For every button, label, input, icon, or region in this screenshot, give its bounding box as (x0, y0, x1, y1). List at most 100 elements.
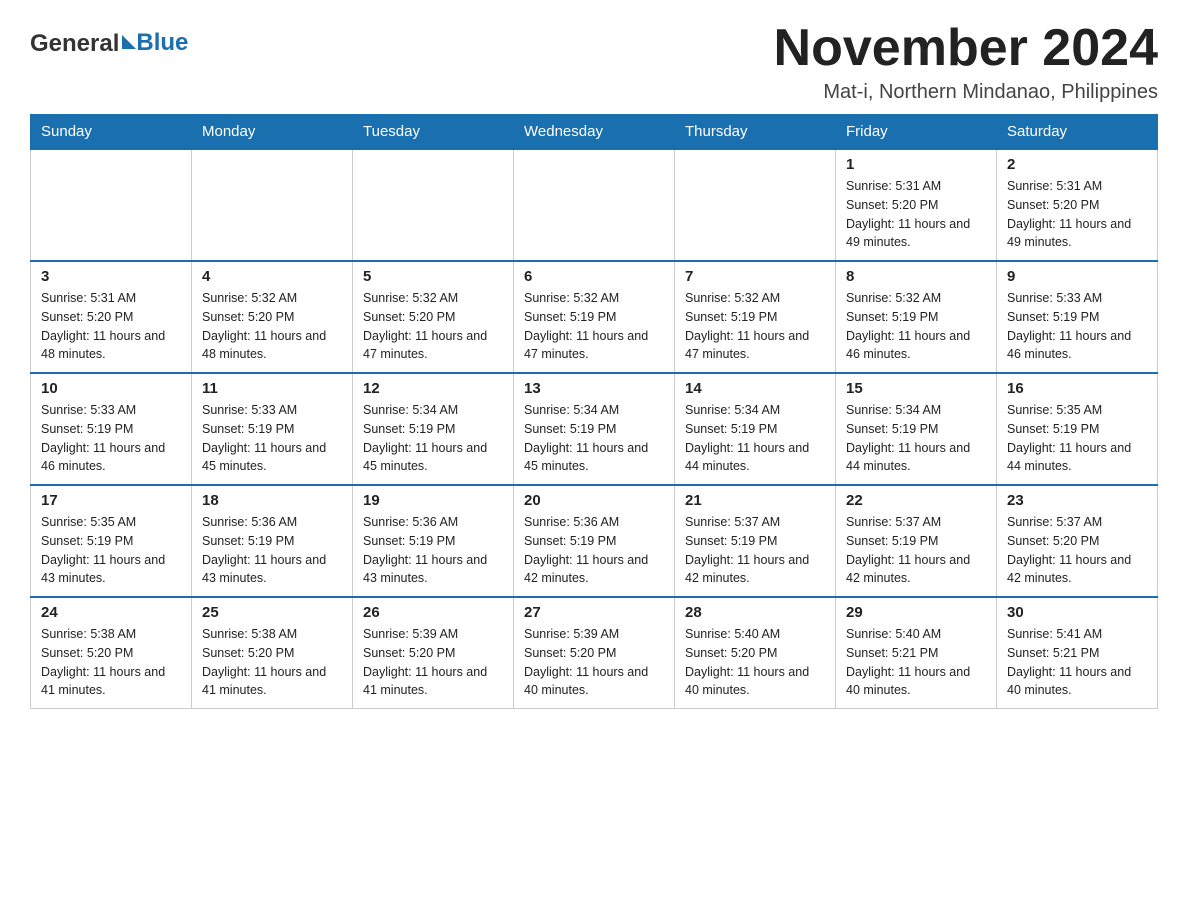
day-number: 20 (524, 492, 664, 509)
title-block: November 2024 Mat-i, Northern Mindanao, … (774, 20, 1158, 104)
week-row-5: 24Sunrise: 5:38 AM Sunset: 5:20 PM Dayli… (31, 597, 1158, 709)
calendar-cell: 12 Sunrise: 5:34 AM Sunset: 5:19 PM Dayli… (353, 373, 514, 485)
day-number: 23 (1007, 492, 1147, 509)
calendar-cell: 28 Sunrise: 5:40 AM Sunset: 5:20 PM Dayli… (675, 597, 836, 709)
day-number: 9 (1007, 268, 1147, 285)
day-info: Sunrise: 5:36 AM Sunset: 5:19 PM Dayligh… (363, 513, 503, 588)
day-number: 30 (1007, 604, 1147, 621)
day-number: 21 (685, 492, 825, 509)
day-info: Sunrise: 5:39 AM Sunset: 5:20 PM Dayligh… (524, 625, 664, 700)
day-info: Sunrise: 5:34 AM Sunset: 5:19 PM Dayligh… (363, 401, 503, 476)
day-info: Sunrise: 5:35 AM Sunset: 5:19 PM Dayligh… (1007, 401, 1147, 476)
weekday-header-row: SundayMondayTuesdayWednesdayThursdayFrid… (31, 115, 1158, 150)
logo-triangle-icon (122, 35, 136, 49)
day-number: 13 (524, 380, 664, 397)
day-info: Sunrise: 5:31 AM Sunset: 5:20 PM Dayligh… (846, 177, 986, 252)
calendar-cell (31, 149, 192, 261)
calendar-cell: 17 Sunrise: 5:35 AM Sunset: 5:19 PM Dayli… (31, 485, 192, 597)
day-number: 26 (363, 604, 503, 621)
day-number: 1 (846, 156, 986, 173)
day-number: 27 (524, 604, 664, 621)
page-header: General Blue November 2024 Mat-i, Northe… (30, 20, 1158, 104)
day-info: Sunrise: 5:37 AM Sunset: 5:19 PM Dayligh… (685, 513, 825, 588)
calendar-cell: 8 Sunrise: 5:32 AM Sunset: 5:19 PM Daylig… (836, 261, 997, 373)
day-info: Sunrise: 5:40 AM Sunset: 5:20 PM Dayligh… (685, 625, 825, 700)
day-info: Sunrise: 5:41 AM Sunset: 5:21 PM Dayligh… (1007, 625, 1147, 700)
calendar-cell: 16 Sunrise: 5:35 AM Sunset: 5:19 PM Dayli… (997, 373, 1158, 485)
calendar-cell: 2 Sunrise: 5:31 AM Sunset: 5:20 PM Daylig… (997, 149, 1158, 261)
day-number: 10 (41, 380, 181, 397)
calendar-cell: 20 Sunrise: 5:36 AM Sunset: 5:19 PM Dayli… (514, 485, 675, 597)
day-number: 3 (41, 268, 181, 285)
day-number: 28 (685, 604, 825, 621)
day-number: 19 (363, 492, 503, 509)
calendar-cell: 6 Sunrise: 5:32 AM Sunset: 5:19 PM Daylig… (514, 261, 675, 373)
day-info: Sunrise: 5:32 AM Sunset: 5:19 PM Dayligh… (685, 289, 825, 364)
weekday-header-monday: Monday (192, 115, 353, 150)
calendar-cell: 26Sunrise: 5:39 AM Sunset: 5:20 PM Dayli… (353, 597, 514, 709)
day-info: Sunrise: 5:33 AM Sunset: 5:19 PM Dayligh… (1007, 289, 1147, 364)
day-info: Sunrise: 5:33 AM Sunset: 5:19 PM Dayligh… (41, 401, 181, 476)
day-info: Sunrise: 5:40 AM Sunset: 5:21 PM Dayligh… (846, 625, 986, 700)
calendar-cell: 21 Sunrise: 5:37 AM Sunset: 5:19 PM Dayli… (675, 485, 836, 597)
day-number: 4 (202, 268, 342, 285)
calendar-cell: 10 Sunrise: 5:33 AM Sunset: 5:19 PM Dayli… (31, 373, 192, 485)
logo-general-text: General (30, 30, 136, 58)
location-title: Mat-i, Northern Mindanao, Philippines (774, 81, 1158, 104)
logo-blue-word: Blue (136, 29, 188, 56)
week-row-3: 10 Sunrise: 5:33 AM Sunset: 5:19 PM Dayli… (31, 373, 1158, 485)
day-info: Sunrise: 5:35 AM Sunset: 5:19 PM Dayligh… (41, 513, 181, 588)
calendar-cell (675, 149, 836, 261)
calendar-cell: 9 Sunrise: 5:33 AM Sunset: 5:19 PM Daylig… (997, 261, 1158, 373)
day-info: Sunrise: 5:32 AM Sunset: 5:20 PM Dayligh… (202, 289, 342, 364)
day-info: Sunrise: 5:38 AM Sunset: 5:20 PM Dayligh… (41, 625, 181, 700)
calendar-cell (192, 149, 353, 261)
day-info: Sunrise: 5:32 AM Sunset: 5:19 PM Dayligh… (524, 289, 664, 364)
day-number: 16 (1007, 380, 1147, 397)
day-number: 5 (363, 268, 503, 285)
day-info: Sunrise: 5:34 AM Sunset: 5:19 PM Dayligh… (685, 401, 825, 476)
day-info: Sunrise: 5:33 AM Sunset: 5:19 PM Dayligh… (202, 401, 342, 476)
calendar-cell: 11Sunrise: 5:33 AM Sunset: 5:19 PM Dayli… (192, 373, 353, 485)
weekday-header-tuesday: Tuesday (353, 115, 514, 150)
calendar-cell: 4 Sunrise: 5:32 AM Sunset: 5:20 PM Daylig… (192, 261, 353, 373)
weekday-header-sunday: Sunday (31, 115, 192, 150)
weekday-header-thursday: Thursday (675, 115, 836, 150)
day-info: Sunrise: 5:38 AM Sunset: 5:20 PM Dayligh… (202, 625, 342, 700)
day-info: Sunrise: 5:37 AM Sunset: 5:19 PM Dayligh… (846, 513, 986, 588)
calendar-table: SundayMondayTuesdayWednesdayThursdayFrid… (30, 114, 1158, 709)
day-info: Sunrise: 5:36 AM Sunset: 5:19 PM Dayligh… (524, 513, 664, 588)
calendar-cell (353, 149, 514, 261)
day-info: Sunrise: 5:31 AM Sunset: 5:20 PM Dayligh… (41, 289, 181, 364)
calendar-cell: 7 Sunrise: 5:32 AM Sunset: 5:19 PM Daylig… (675, 261, 836, 373)
day-info: Sunrise: 5:31 AM Sunset: 5:20 PM Dayligh… (1007, 177, 1147, 252)
calendar-cell: 25 Sunrise: 5:38 AM Sunset: 5:20 PM Dayli… (192, 597, 353, 709)
calendar-cell: 22 Sunrise: 5:37 AM Sunset: 5:19 PM Dayli… (836, 485, 997, 597)
day-number: 17 (41, 492, 181, 509)
calendar-cell: 23Sunrise: 5:37 AM Sunset: 5:20 PM Dayli… (997, 485, 1158, 597)
day-number: 2 (1007, 156, 1147, 173)
day-number: 7 (685, 268, 825, 285)
week-row-2: 3 Sunrise: 5:31 AM Sunset: 5:20 PM Daylig… (31, 261, 1158, 373)
day-number: 15 (846, 380, 986, 397)
calendar-cell: 3 Sunrise: 5:31 AM Sunset: 5:20 PM Daylig… (31, 261, 192, 373)
day-number: 8 (846, 268, 986, 285)
day-number: 25 (202, 604, 342, 621)
logo-general-word: General (30, 30, 119, 57)
day-number: 22 (846, 492, 986, 509)
calendar-cell: 19 Sunrise: 5:36 AM Sunset: 5:19 PM Dayli… (353, 485, 514, 597)
weekday-header-friday: Friday (836, 115, 997, 150)
week-row-4: 17 Sunrise: 5:35 AM Sunset: 5:19 PM Dayli… (31, 485, 1158, 597)
day-number: 18 (202, 492, 342, 509)
day-info: Sunrise: 5:34 AM Sunset: 5:19 PM Dayligh… (524, 401, 664, 476)
calendar-cell: 15Sunrise: 5:34 AM Sunset: 5:19 PM Dayli… (836, 373, 997, 485)
week-row-1: 1 Sunrise: 5:31 AM Sunset: 5:20 PM Daylig… (31, 149, 1158, 261)
day-number: 6 (524, 268, 664, 285)
day-number: 12 (363, 380, 503, 397)
day-info: Sunrise: 5:36 AM Sunset: 5:19 PM Dayligh… (202, 513, 342, 588)
day-info: Sunrise: 5:32 AM Sunset: 5:19 PM Dayligh… (846, 289, 986, 364)
month-title: November 2024 (774, 20, 1158, 77)
day-number: 14 (685, 380, 825, 397)
calendar-cell: 29Sunrise: 5:40 AM Sunset: 5:21 PM Dayli… (836, 597, 997, 709)
calendar-cell: 5Sunrise: 5:32 AM Sunset: 5:20 PM Daylig… (353, 261, 514, 373)
